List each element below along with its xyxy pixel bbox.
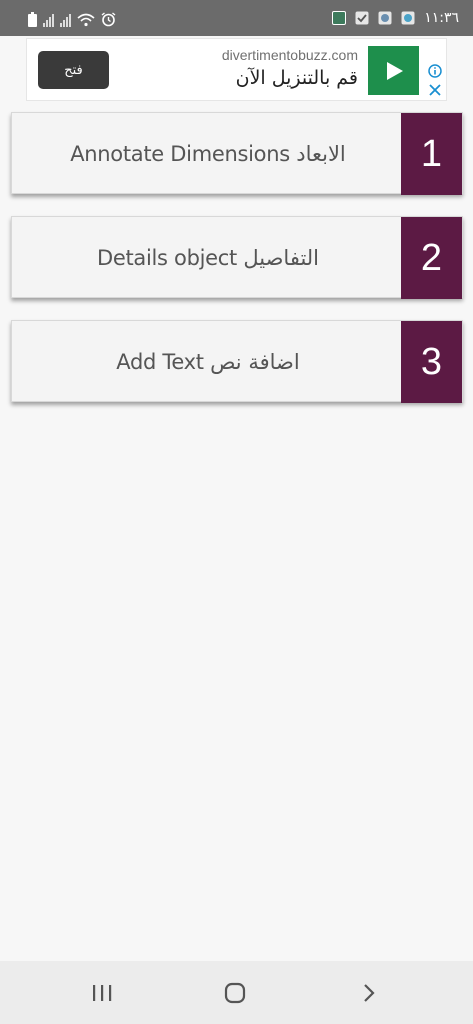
signal-icon bbox=[43, 14, 54, 27]
ad-domain: divertimentobuzz.com bbox=[221, 47, 358, 63]
signal-icon bbox=[60, 14, 71, 27]
battery-icon bbox=[28, 12, 37, 27]
app-notification-icon bbox=[378, 11, 392, 25]
app-notification-icon bbox=[401, 11, 415, 25]
back-icon bbox=[364, 984, 375, 1002]
menu-item-label: Annotate Dimensions الابعاد bbox=[70, 142, 346, 166]
status-icons-right: ١١:٣٦ bbox=[332, 9, 459, 27]
menu-item-number: 2 bbox=[401, 217, 462, 299]
check-notification-icon bbox=[355, 11, 369, 25]
menu-item-add-text[interactable]: Add Text اضافة نص 3 bbox=[11, 320, 463, 403]
menu-item-number: 3 bbox=[401, 321, 462, 403]
close-icon[interactable] bbox=[428, 83, 442, 97]
ad-app-icon[interactable] bbox=[368, 46, 419, 95]
menu-item-number: 1 bbox=[401, 113, 462, 195]
recent-apps-icon bbox=[93, 985, 112, 1001]
ad-open-button[interactable]: فتح bbox=[38, 51, 109, 89]
info-icon[interactable] bbox=[428, 64, 442, 78]
status-bar: ١١:٣٦ bbox=[0, 0, 473, 36]
wifi-icon bbox=[77, 13, 95, 27]
menu-item-label: Add Text اضافة نص bbox=[116, 350, 300, 374]
home-button[interactable] bbox=[221, 979, 249, 1007]
ad-banner[interactable]: فتح divertimentobuzz.com قم بالتنزيل الآ… bbox=[26, 38, 447, 101]
navigation-bar bbox=[0, 961, 473, 1024]
status-icons-left bbox=[28, 9, 116, 27]
menu-item-annotate-dimensions[interactable]: Annotate Dimensions الابعاد 1 bbox=[11, 112, 463, 195]
home-icon bbox=[224, 982, 246, 1004]
recent-apps-button[interactable] bbox=[88, 979, 116, 1007]
back-button[interactable] bbox=[354, 979, 382, 1007]
play-icon bbox=[386, 61, 403, 80]
status-clock: ١١:٣٦ bbox=[424, 10, 459, 26]
menu-item-label: Details object التفاصيل bbox=[96, 246, 320, 270]
menu-item-details-object[interactable]: Details object التفاصيل 2 bbox=[11, 216, 463, 299]
app-notification-icon bbox=[332, 11, 347, 25]
ad-headline[interactable]: قم بالتنزيل الآن bbox=[236, 67, 358, 89]
alarm-icon bbox=[101, 12, 116, 27]
